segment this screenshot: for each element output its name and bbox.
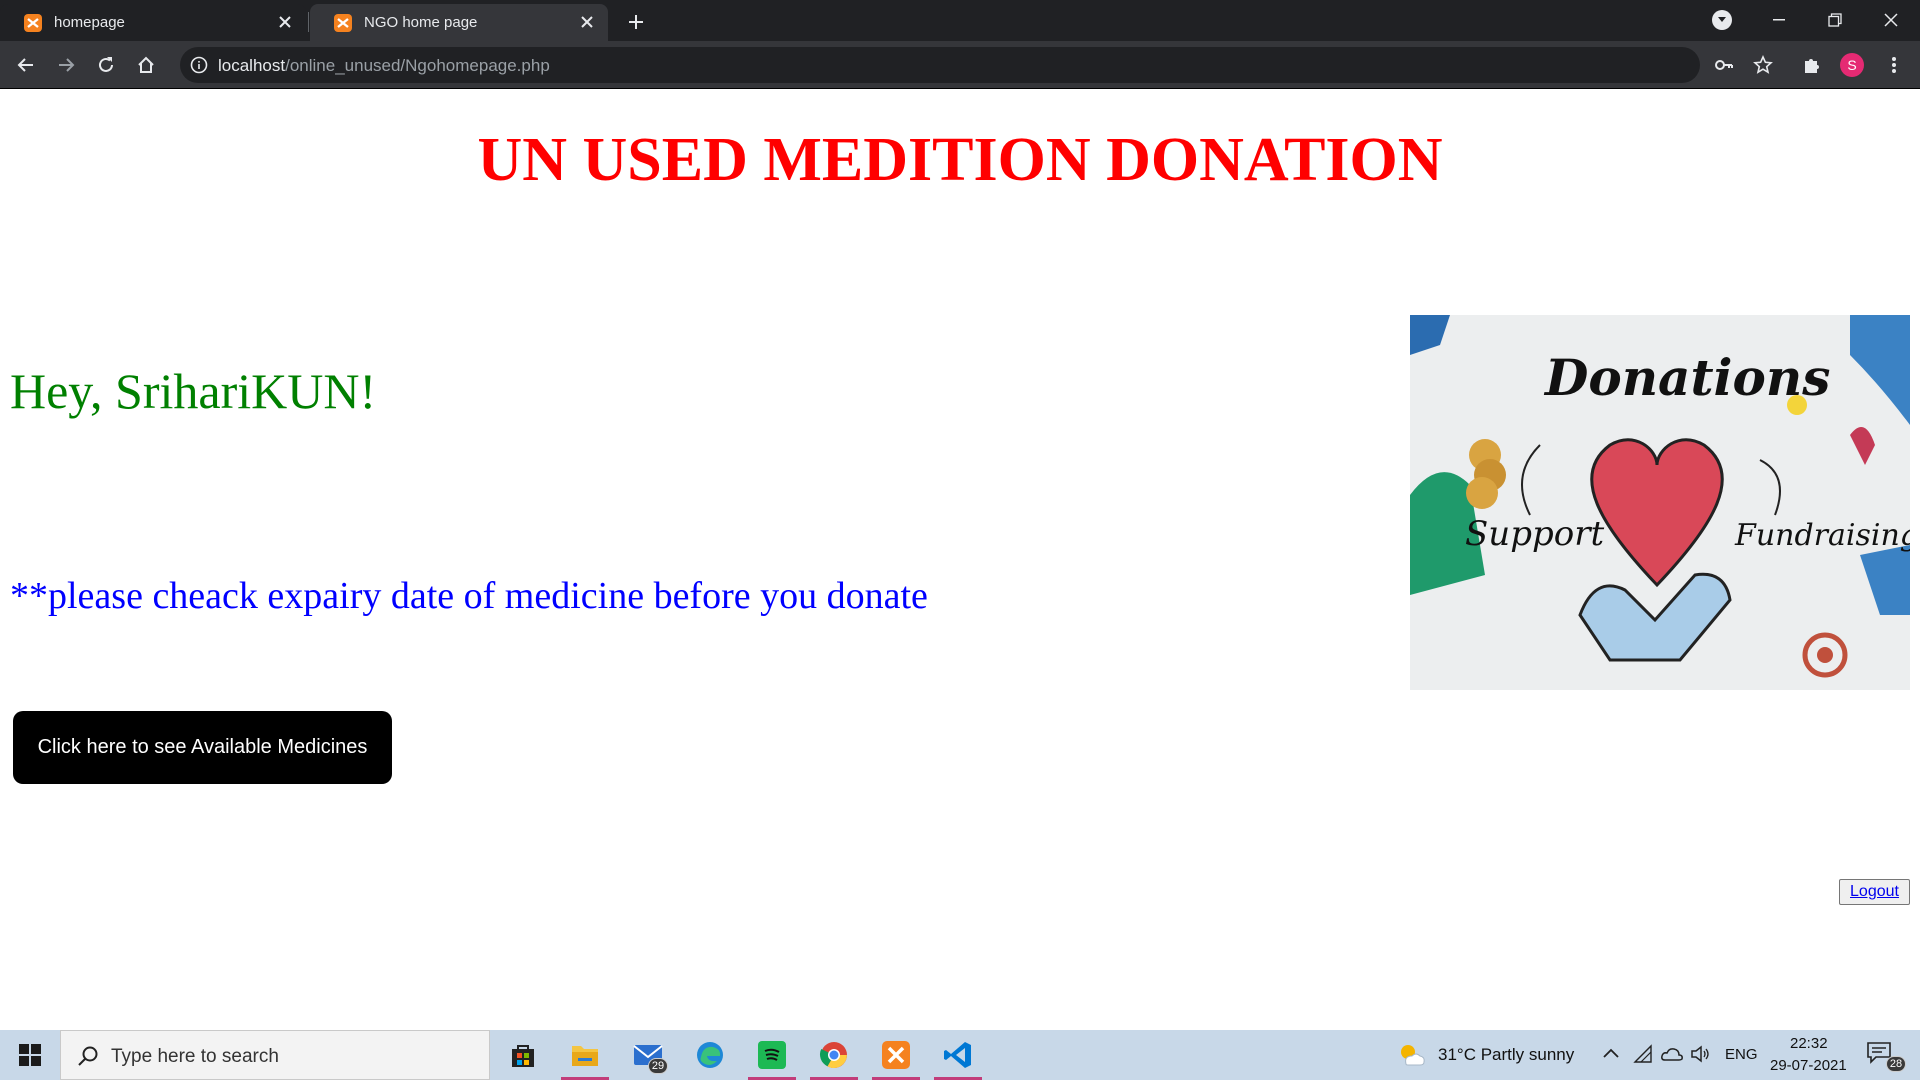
menu-button[interactable] [1882, 53, 1906, 77]
restore-icon [1828, 13, 1842, 27]
edge-icon [697, 1042, 723, 1068]
profile-button[interactable]: S [1840, 53, 1864, 77]
reload-icon [99, 57, 113, 72]
plus-icon [629, 15, 643, 29]
chevron-down-icon [1718, 17, 1726, 22]
donations-image-right-label: Fundraising [1734, 518, 1910, 553]
search-icon [78, 1046, 98, 1066]
bookmark-button[interactable] [1751, 53, 1775, 77]
donations-image-left-label: Support [1465, 514, 1604, 554]
home-icon [138, 56, 154, 73]
star-icon [1753, 55, 1773, 74]
notification-badge: 28 [1886, 1056, 1906, 1072]
taskbar-store[interactable] [495, 1030, 551, 1080]
arrow-right-icon [59, 58, 75, 72]
available-medicines-button[interactable]: Click here to see Available Medicines [13, 711, 392, 784]
close-tab-icon[interactable] [578, 13, 596, 31]
close-icon [1884, 13, 1898, 27]
puzzle-icon [1805, 59, 1819, 73]
reload-button[interactable] [94, 53, 118, 77]
folder-icon [572, 1046, 598, 1066]
taskbar-mail[interactable]: 29 [620, 1030, 676, 1080]
taskbar-spotify[interactable] [744, 1030, 800, 1080]
onedrive-icon[interactable] [1660, 1044, 1684, 1069]
browser-toolbar: localhost/online_unused/Ngohomepage.php … [0, 41, 1920, 89]
mail-badge: 29 [648, 1058, 668, 1074]
clock-date[interactable]: 29-07-2021 [1770, 1057, 1847, 1074]
url-path: /online_unused/Ngohomepage.php [285, 56, 550, 75]
tab-strip: homepage NGO home page [0, 0, 1920, 41]
search-placeholder: Type here to search [111, 1046, 279, 1067]
store-icon [512, 1045, 534, 1067]
more-vertical-icon [1892, 57, 1896, 73]
close-window-button[interactable] [1876, 8, 1906, 32]
address-bar[interactable]: localhost/online_unused/Ngohomepage.php [180, 47, 1700, 83]
restore-button[interactable] [1820, 8, 1850, 32]
extensions-button[interactable] [1800, 53, 1824, 77]
xampp-icon [882, 1041, 910, 1069]
network-icon[interactable] [1633, 1044, 1653, 1069]
minimize-button[interactable] [1764, 10, 1794, 30]
start-button[interactable] [0, 1030, 60, 1080]
avatar: S [1840, 53, 1864, 77]
tab-homepage[interactable]: homepage [0, 4, 306, 41]
taskbar-file-explorer[interactable] [557, 1030, 613, 1080]
language-indicator[interactable]: ENG [1725, 1046, 1758, 1063]
forward-button[interactable] [54, 53, 78, 77]
weather-icon[interactable] [1398, 1042, 1426, 1073]
greeting-text: Hey, SrihariKUN! [10, 363, 377, 419]
tab-title: NGO home page [364, 14, 478, 31]
back-button[interactable] [14, 53, 38, 77]
tab-title: homepage [54, 14, 125, 31]
page-title: UN USED MEDITION DONATION [477, 126, 1443, 194]
taskbar-edge[interactable] [682, 1030, 738, 1080]
volume-icon[interactable] [1690, 1044, 1712, 1069]
tab-separator [308, 12, 309, 32]
url-host: localhost [218, 56, 286, 75]
arrow-left-icon [17, 58, 33, 72]
new-tab-button[interactable] [622, 8, 650, 36]
logout-link[interactable]: Logout [1839, 879, 1910, 905]
spotify-icon [758, 1041, 786, 1069]
expiry-notice: **please cheack expairy date of medicine… [10, 575, 928, 617]
close-tab-icon[interactable] [276, 13, 294, 31]
notifications-button[interactable]: 28 [1866, 1040, 1906, 1072]
show-hidden-icons-button[interactable] [1602, 1046, 1620, 1064]
weather-text[interactable]: 31°C Partly sunny [1438, 1045, 1574, 1065]
home-button[interactable] [134, 53, 158, 77]
taskbar-search-input[interactable]: Type here to search [60, 1030, 490, 1080]
chrome-icon [819, 1042, 847, 1068]
taskbar-vscode[interactable] [930, 1030, 986, 1080]
windows-logo-icon [19, 1044, 41, 1066]
tab-ngo-home-page[interactable]: NGO home page [310, 4, 608, 41]
xampp-favicon-icon [334, 13, 352, 32]
chevron-up-icon [1603, 1048, 1619, 1058]
key-icon [1715, 60, 1733, 70]
taskbar: Type here to search 29 31°C Partly sunny [0, 1030, 1920, 1080]
tab-search-button[interactable] [1712, 10, 1732, 30]
taskbar-xampp[interactable] [868, 1030, 924, 1080]
xampp-favicon-icon [24, 13, 42, 32]
minimize-icon [1773, 19, 1785, 21]
clock-time[interactable]: 22:32 [1790, 1035, 1828, 1052]
url-text: localhost/online_unused/Ngohomepage.php [218, 56, 550, 76]
password-key-button[interactable] [1712, 53, 1736, 77]
taskbar-chrome[interactable] [806, 1030, 862, 1080]
vscode-icon [944, 1042, 971, 1068]
info-icon[interactable] [190, 56, 208, 79]
donations-image: Donations Support Fundraising [1410, 315, 1910, 690]
donations-image-heading: Donations [1543, 348, 1830, 407]
